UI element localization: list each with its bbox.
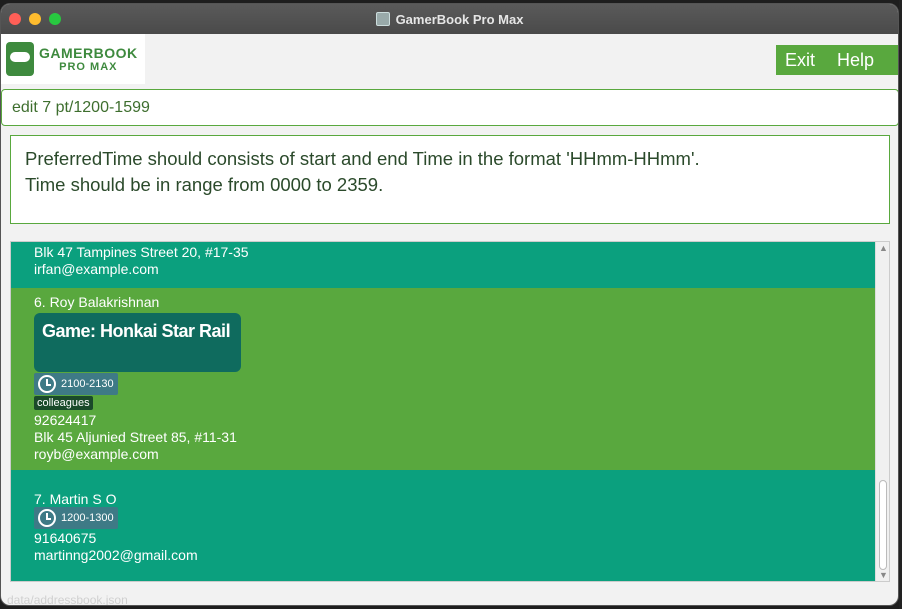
app-logo: GAMERBOOK PRO MAX bbox=[1, 34, 145, 84]
title-bar: GamerBook Pro Max bbox=[1, 4, 898, 34]
list-scrollbar[interactable]: ▲ ▼ bbox=[875, 242, 889, 581]
gamepad-icon bbox=[6, 42, 34, 76]
clock-icon bbox=[38, 375, 56, 393]
help-menu[interactable]: Help bbox=[837, 50, 874, 71]
person-email: irfan@example.com bbox=[34, 261, 159, 277]
logo-sub-text: PRO MAX bbox=[59, 61, 118, 73]
person-email: martinng2002@gmail.com bbox=[34, 547, 198, 563]
person-card[interactable]: 6. Roy Balakrishnan Game: Honkai Star Ra… bbox=[11, 288, 875, 470]
result-display: PreferredTime should consists of start a… bbox=[10, 135, 890, 224]
person-email: royb@example.com bbox=[34, 446, 159, 462]
person-card[interactable]: Blk 47 Tampines Street 20, #17-35 irfan@… bbox=[11, 242, 875, 288]
result-line-2: Time should be in range from 0000 to 235… bbox=[25, 174, 384, 195]
menu-bar: Exit Help bbox=[776, 45, 898, 75]
result-line-1: PreferredTime should consists of start a… bbox=[25, 148, 700, 169]
command-input[interactable]: edit 7 pt/1200-1599 bbox=[1, 89, 898, 126]
minimize-window-button[interactable] bbox=[29, 13, 41, 25]
logo-text: GAMERBOOK PRO MAX bbox=[39, 45, 138, 73]
person-address: Blk 45 Aljunied Street 85, #11-31 bbox=[34, 429, 237, 445]
person-phone: 92624417 bbox=[34, 412, 97, 428]
preferred-time-badge: 1200-1300 bbox=[34, 507, 118, 529]
person-name: 6. Roy Balakrishnan bbox=[34, 294, 160, 310]
status-bar-path: data/addressbook.json bbox=[7, 593, 128, 606]
scroll-thumb[interactable] bbox=[879, 480, 887, 570]
window-controls bbox=[9, 13, 61, 25]
person-name: 7. Martin S O bbox=[34, 491, 117, 507]
top-bar: GAMERBOOK PRO MAX Exit Help bbox=[1, 34, 898, 86]
person-card[interactable]: 7. Martin S O 1200-1300 91640675 martinn… bbox=[11, 470, 875, 581]
preferred-time-value: 1200-1300 bbox=[61, 512, 114, 524]
person-address: Blk 47 Tampines Street 20, #17-35 bbox=[34, 244, 249, 260]
app-icon bbox=[375, 12, 390, 26]
preferred-time-badge: 2100-2130 bbox=[34, 373, 118, 395]
close-window-button[interactable] bbox=[9, 13, 21, 25]
zoom-window-button[interactable] bbox=[49, 13, 61, 25]
clock-icon bbox=[38, 509, 56, 527]
person-phone: 91640675 bbox=[34, 530, 97, 546]
logo-main-text: GAMERBOOK bbox=[39, 45, 138, 61]
app-window: GamerBook Pro Max GAMERBOOK PRO MAX Exit… bbox=[0, 3, 899, 606]
preferred-time-value: 2100-2130 bbox=[61, 378, 114, 390]
exit-menu[interactable]: Exit bbox=[785, 50, 815, 71]
scroll-up-icon[interactable]: ▲ bbox=[879, 243, 888, 253]
window-title-group: GamerBook Pro Max bbox=[375, 11, 524, 27]
window-title: GamerBook Pro Max bbox=[395, 11, 524, 27]
tag-badge: colleagues bbox=[34, 396, 93, 410]
scroll-down-icon[interactable]: ▼ bbox=[879, 570, 888, 580]
game-badge: Game: Honkai Star Rail bbox=[34, 313, 241, 372]
person-list[interactable]: Blk 47 Tampines Street 20, #17-35 irfan@… bbox=[10, 241, 890, 582]
